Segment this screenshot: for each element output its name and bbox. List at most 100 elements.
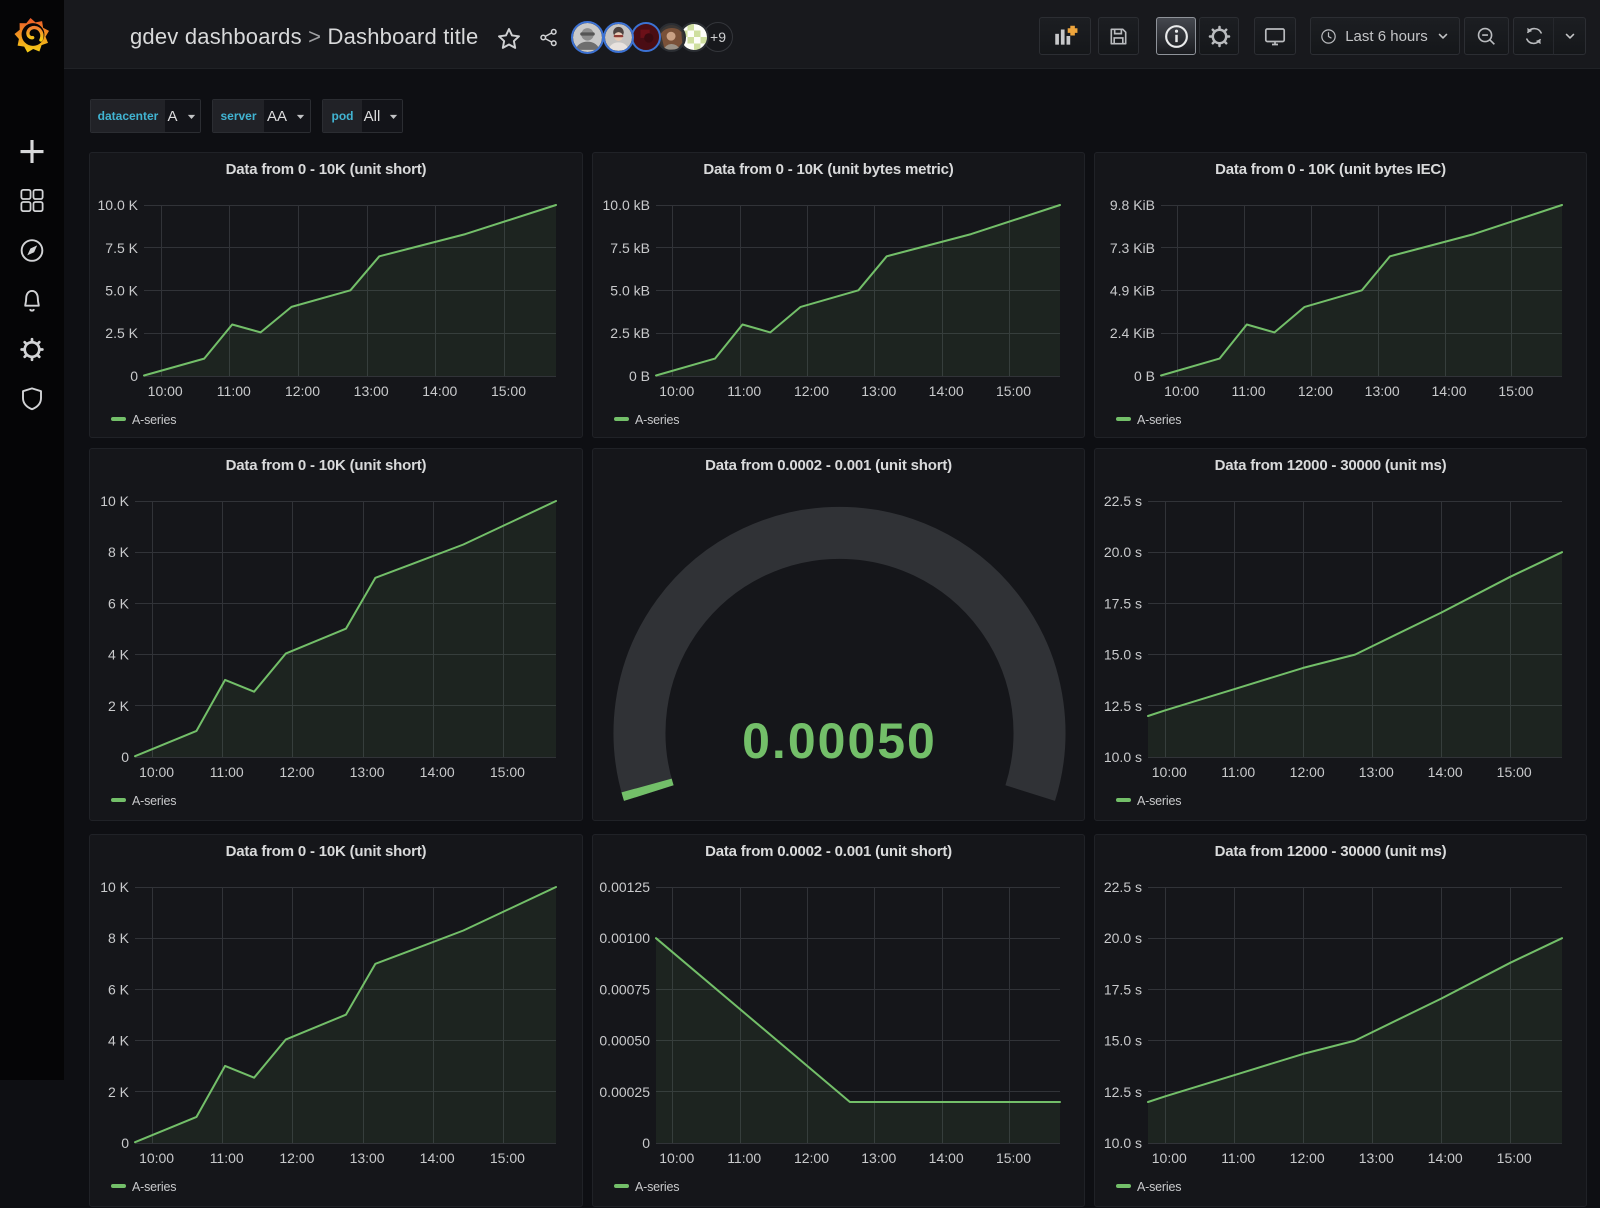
svg-text:12:00: 12:00 bbox=[279, 764, 314, 780]
svg-text:14:00: 14:00 bbox=[422, 383, 457, 399]
svg-text:A-series: A-series bbox=[132, 1180, 176, 1194]
svg-text:A-series: A-series bbox=[635, 1180, 679, 1194]
svg-text:5.0 K: 5.0 K bbox=[105, 283, 138, 299]
svg-text:11:00: 11:00 bbox=[1221, 764, 1255, 780]
svg-text:A-series: A-series bbox=[132, 413, 176, 427]
svg-text:2.4 KiB: 2.4 KiB bbox=[1110, 325, 1155, 341]
svg-text:11:00: 11:00 bbox=[1221, 1150, 1255, 1166]
svg-text:12:00: 12:00 bbox=[794, 383, 829, 399]
svg-text:17.5 s: 17.5 s bbox=[1104, 981, 1142, 997]
svg-text:10.0 K: 10.0 K bbox=[98, 197, 139, 213]
svg-text:15:00: 15:00 bbox=[491, 383, 526, 399]
svg-text:10:00: 10:00 bbox=[1164, 383, 1199, 399]
svg-text:A-series: A-series bbox=[635, 413, 679, 427]
svg-text:0.00075: 0.00075 bbox=[599, 981, 650, 997]
svg-text:11:00: 11:00 bbox=[210, 1150, 244, 1166]
svg-text:15.0 s: 15.0 s bbox=[1104, 1033, 1142, 1049]
svg-text:0: 0 bbox=[121, 1135, 129, 1151]
svg-text:15:00: 15:00 bbox=[996, 383, 1031, 399]
svg-text:12:00: 12:00 bbox=[1290, 764, 1325, 780]
svg-text:17.5 s: 17.5 s bbox=[1104, 595, 1142, 611]
svg-text:13:00: 13:00 bbox=[1365, 383, 1400, 399]
svg-text:13:00: 13:00 bbox=[354, 383, 389, 399]
svg-text:4 K: 4 K bbox=[108, 1033, 130, 1049]
svg-text:9.8 KiB: 9.8 KiB bbox=[1110, 197, 1155, 213]
svg-text:8 K: 8 K bbox=[108, 544, 130, 560]
svg-text:6 K: 6 K bbox=[108, 595, 130, 611]
svg-text:15:00: 15:00 bbox=[1497, 1150, 1532, 1166]
svg-text:10.0 s: 10.0 s bbox=[1104, 749, 1142, 765]
svg-text:20.0 s: 20.0 s bbox=[1104, 930, 1142, 946]
svg-text:0.00125: 0.00125 bbox=[599, 879, 650, 895]
svg-text:13:00: 13:00 bbox=[1359, 1150, 1394, 1166]
svg-text:15:00: 15:00 bbox=[490, 1150, 525, 1166]
svg-text:0: 0 bbox=[642, 1135, 650, 1151]
svg-text:14:00: 14:00 bbox=[1428, 764, 1463, 780]
svg-text:10.0 kB: 10.0 kB bbox=[603, 197, 650, 213]
svg-text:12:00: 12:00 bbox=[1290, 1150, 1325, 1166]
svg-text:13:00: 13:00 bbox=[861, 383, 896, 399]
svg-text:0.00050: 0.00050 bbox=[742, 713, 937, 769]
svg-text:0: 0 bbox=[130, 368, 138, 384]
svg-text:15:00: 15:00 bbox=[996, 1150, 1031, 1166]
svg-text:15:00: 15:00 bbox=[1497, 764, 1532, 780]
svg-text:15.0 s: 15.0 s bbox=[1104, 647, 1142, 663]
svg-text:11:00: 11:00 bbox=[210, 764, 244, 780]
svg-text:14:00: 14:00 bbox=[929, 383, 964, 399]
svg-text:22.5 s: 22.5 s bbox=[1104, 879, 1142, 895]
svg-text:2 K: 2 K bbox=[108, 1084, 130, 1100]
svg-text:2.5 kB: 2.5 kB bbox=[610, 325, 650, 341]
svg-text:14:00: 14:00 bbox=[1428, 1150, 1463, 1166]
svg-text:8 K: 8 K bbox=[108, 930, 130, 946]
svg-text:2 K: 2 K bbox=[108, 698, 130, 714]
svg-text:12:00: 12:00 bbox=[279, 1150, 314, 1166]
svg-text:14:00: 14:00 bbox=[420, 1150, 455, 1166]
svg-text:12:00: 12:00 bbox=[794, 1150, 829, 1166]
svg-text:A-series: A-series bbox=[132, 794, 176, 808]
svg-text:A-series: A-series bbox=[1137, 1180, 1181, 1194]
svg-text:13:00: 13:00 bbox=[861, 1150, 896, 1166]
svg-text:12.5 s: 12.5 s bbox=[1104, 698, 1142, 714]
svg-text:12:00: 12:00 bbox=[1298, 383, 1333, 399]
svg-text:0 B: 0 B bbox=[629, 368, 650, 384]
svg-text:A-series: A-series bbox=[1137, 413, 1181, 427]
svg-text:11:00: 11:00 bbox=[727, 383, 761, 399]
svg-text:6 K: 6 K bbox=[108, 981, 130, 997]
svg-text:10:00: 10:00 bbox=[1152, 764, 1187, 780]
svg-text:11:00: 11:00 bbox=[1232, 383, 1266, 399]
svg-text:7.5 kB: 7.5 kB bbox=[610, 240, 650, 256]
svg-text:5.0 kB: 5.0 kB bbox=[610, 283, 650, 299]
svg-text:15:00: 15:00 bbox=[490, 764, 525, 780]
svg-text:10:00: 10:00 bbox=[1152, 1150, 1187, 1166]
svg-text:22.5 s: 22.5 s bbox=[1104, 493, 1142, 509]
svg-text:15:00: 15:00 bbox=[1498, 383, 1533, 399]
svg-text:10:00: 10:00 bbox=[148, 383, 183, 399]
svg-text:0.00050: 0.00050 bbox=[599, 1033, 650, 1049]
svg-text:12.5 s: 12.5 s bbox=[1104, 1084, 1142, 1100]
svg-text:A-series: A-series bbox=[1137, 794, 1181, 808]
svg-text:7.5 K: 7.5 K bbox=[105, 240, 138, 256]
svg-text:10:00: 10:00 bbox=[139, 1150, 174, 1166]
svg-text:13:00: 13:00 bbox=[350, 764, 385, 780]
svg-text:7.3 KiB: 7.3 KiB bbox=[1110, 240, 1155, 256]
svg-text:14:00: 14:00 bbox=[420, 764, 455, 780]
svg-text:10 K: 10 K bbox=[100, 879, 129, 895]
svg-text:0 B: 0 B bbox=[1134, 368, 1155, 384]
svg-text:0.00100: 0.00100 bbox=[599, 930, 650, 946]
svg-text:10:00: 10:00 bbox=[139, 764, 174, 780]
svg-text:13:00: 13:00 bbox=[350, 1150, 385, 1166]
svg-text:0.00025: 0.00025 bbox=[599, 1084, 650, 1100]
svg-text:13:00: 13:00 bbox=[1359, 764, 1394, 780]
svg-text:20.0 s: 20.0 s bbox=[1104, 544, 1142, 560]
svg-text:4 K: 4 K bbox=[108, 647, 130, 663]
svg-text:12:00: 12:00 bbox=[285, 383, 320, 399]
svg-text:2.5 K: 2.5 K bbox=[105, 325, 138, 341]
svg-text:0: 0 bbox=[121, 749, 129, 765]
svg-text:14:00: 14:00 bbox=[1431, 383, 1466, 399]
svg-text:14:00: 14:00 bbox=[929, 1150, 964, 1166]
svg-text:10.0 s: 10.0 s bbox=[1104, 1135, 1142, 1151]
svg-text:10:00: 10:00 bbox=[659, 383, 694, 399]
svg-text:11:00: 11:00 bbox=[727, 1150, 761, 1166]
svg-text:4.9 KiB: 4.9 KiB bbox=[1110, 283, 1155, 299]
svg-text:10:00: 10:00 bbox=[659, 1150, 694, 1166]
